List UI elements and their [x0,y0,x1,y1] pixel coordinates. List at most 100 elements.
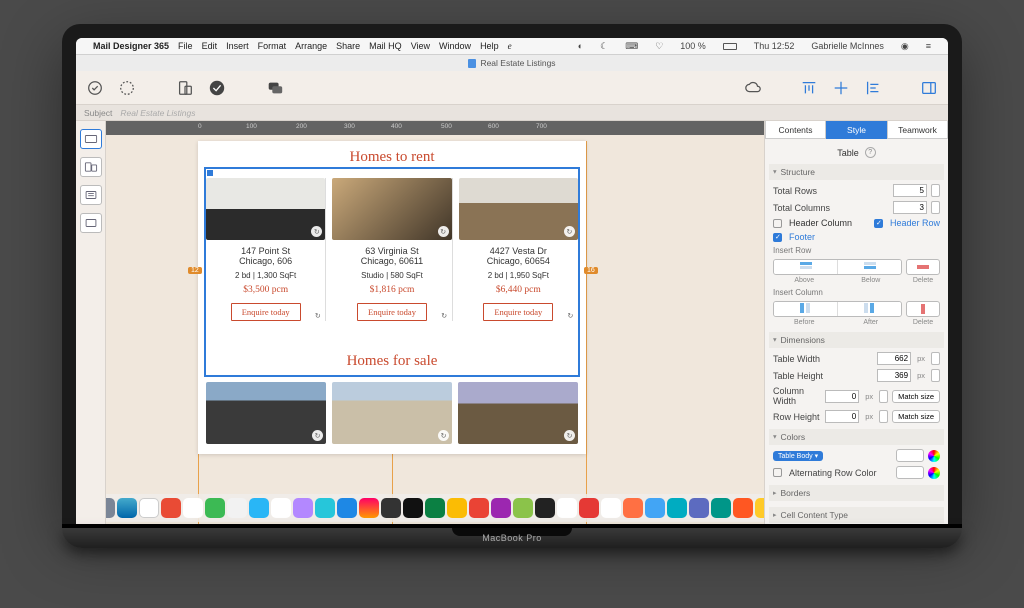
app-name[interactable]: Mail Designer 365 [93,41,169,51]
dock-app-icon[interactable] [491,498,511,518]
menu-file[interactable]: File [178,41,193,51]
delete-col-button[interactable] [906,301,940,317]
layout-image-icon[interactable] [80,213,102,233]
listing-image[interactable]: ↻ [332,178,451,240]
color-swatch[interactable] [896,449,924,462]
menu-share[interactable]: Share [336,41,360,51]
dock-app-icon[interactable] [601,498,621,518]
dock-app-icon[interactable] [271,498,291,518]
dock-app-icon[interactable] [733,498,753,518]
user-name[interactable]: Gabrielle McInnes [811,41,884,51]
menu-edit[interactable]: Edit [202,41,218,51]
check-icon[interactable] [208,79,226,97]
refresh-icon[interactable]: ↻ [311,226,322,237]
input-table-height[interactable] [877,369,911,382]
enquire-button[interactable]: Enquire today [357,303,427,321]
menu-mailhq[interactable]: Mail HQ [369,41,402,51]
dock-app-icon[interactable] [689,498,709,518]
section-structure[interactable]: Structure [769,164,944,180]
input-total-rows[interactable] [893,184,927,197]
dock-app-icon[interactable] [447,498,467,518]
refresh-icon[interactable]: ↻ [564,226,575,237]
dock-app-icon[interactable] [557,498,577,518]
refresh-icon[interactable]: ↻ [312,430,323,441]
stepper-icon[interactable] [931,352,940,365]
checkbox-header-row[interactable] [874,219,883,228]
menu-view[interactable]: View [411,41,430,51]
listing-card[interactable]: ↻ 4427 Vesta DrChicago, 60654 2 bd | 1,9… [459,178,578,321]
listing-image[interactable]: ↻ [206,382,326,444]
section-dimensions[interactable]: Dimensions [769,332,944,348]
refresh-icon[interactable]: ↻ [438,226,449,237]
send-test-icon[interactable] [86,79,104,97]
listing-card[interactable]: ↻ [458,382,578,444]
delete-row-button[interactable] [906,259,940,275]
dock-app-icon[interactable] [359,498,379,518]
menu-format[interactable]: Format [258,41,287,51]
battery-bar-icon[interactable] [723,43,737,50]
enquire-button[interactable]: Enquire today [231,303,301,321]
email-page[interactable]: Homes to rent ↻ 147 Point StChicago, 606… [198,141,586,454]
keyboard-icon[interactable]: ⌨ [625,41,638,52]
refresh-icon[interactable]: ↻ [438,430,449,441]
dock-app-icon[interactable] [205,498,225,518]
battery-icon[interactable]: ♡ [655,41,663,52]
dock-app-icon[interactable] [623,498,643,518]
dock-app-icon[interactable] [469,498,489,518]
insert-after-button[interactable] [838,302,901,316]
menu-window[interactable]: Window [439,41,471,51]
comments-icon[interactable] [266,79,284,97]
section-colors[interactable]: Colors [769,429,944,445]
dock-app-icon[interactable] [249,498,269,518]
dock-app-icon[interactable] [315,498,335,518]
dock-app-icon[interactable] [513,498,533,518]
dock-app-icon[interactable] [535,498,555,518]
input-table-width[interactable] [877,352,911,365]
dock-app-icon[interactable] [711,498,731,518]
device-preview-icon[interactable] [176,79,194,97]
listing-card[interactable]: ↻ [206,382,326,444]
stepper-icon[interactable] [931,369,940,382]
segment-insert-col[interactable] [773,301,902,317]
subject-input[interactable]: Real Estate Listings [120,108,195,118]
stepper-icon[interactable] [931,201,940,214]
menu-script-icon[interactable]: e [508,41,512,51]
dnd-icon[interactable]: ☾ [600,41,608,52]
checkbox-alt-row[interactable] [773,468,782,477]
dock-app-icon[interactable] [227,498,247,518]
dock-app-icon[interactable] [645,498,665,518]
menu-help[interactable]: Help [480,41,499,51]
dock-app-icon[interactable] [337,498,357,518]
menu-arrange[interactable]: Arrange [295,41,327,51]
color-swatch[interactable] [896,466,924,479]
layout-devices-icon[interactable] [80,157,102,177]
align-left-icon[interactable] [864,79,882,97]
tab-style[interactable]: Style [826,121,887,139]
dock-app-icon[interactable] [293,498,313,518]
dock-app-icon[interactable] [667,498,687,518]
color-picker-icon[interactable] [928,467,940,479]
tab-teamwork[interactable]: Teamwork [887,121,948,139]
section-title-rent[interactable]: Homes to rent [198,141,586,174]
insert-below-button[interactable] [838,260,901,274]
refresh-icon[interactable]: ↻ [439,310,450,321]
dock-app-icon[interactable] [381,498,401,518]
layout-text-icon[interactable] [80,185,102,205]
align-center-icon[interactable] [832,79,850,97]
checkbox-footer[interactable] [773,233,782,242]
input-row-height[interactable] [825,410,859,423]
listing-image[interactable]: ↻ [206,178,325,240]
inspector-toggle-icon[interactable] [920,79,938,97]
input-col-width[interactable] [825,390,859,403]
input-total-cols[interactable] [893,201,927,214]
table-body-dropdown[interactable]: Table Body ▾ [773,451,823,461]
listing-image[interactable]: ↻ [332,382,452,444]
segment-insert-row[interactable] [773,259,902,275]
insert-before-button[interactable] [774,302,838,316]
dock-app-icon[interactable] [755,498,764,518]
listing-image[interactable]: ↻ [458,382,578,444]
listing-image[interactable]: ↻ [459,178,578,240]
dock-app-icon[interactable] [161,498,181,518]
tab-contents[interactable]: Contents [765,121,826,139]
spotlight-icon[interactable]: ◉ [901,41,909,52]
